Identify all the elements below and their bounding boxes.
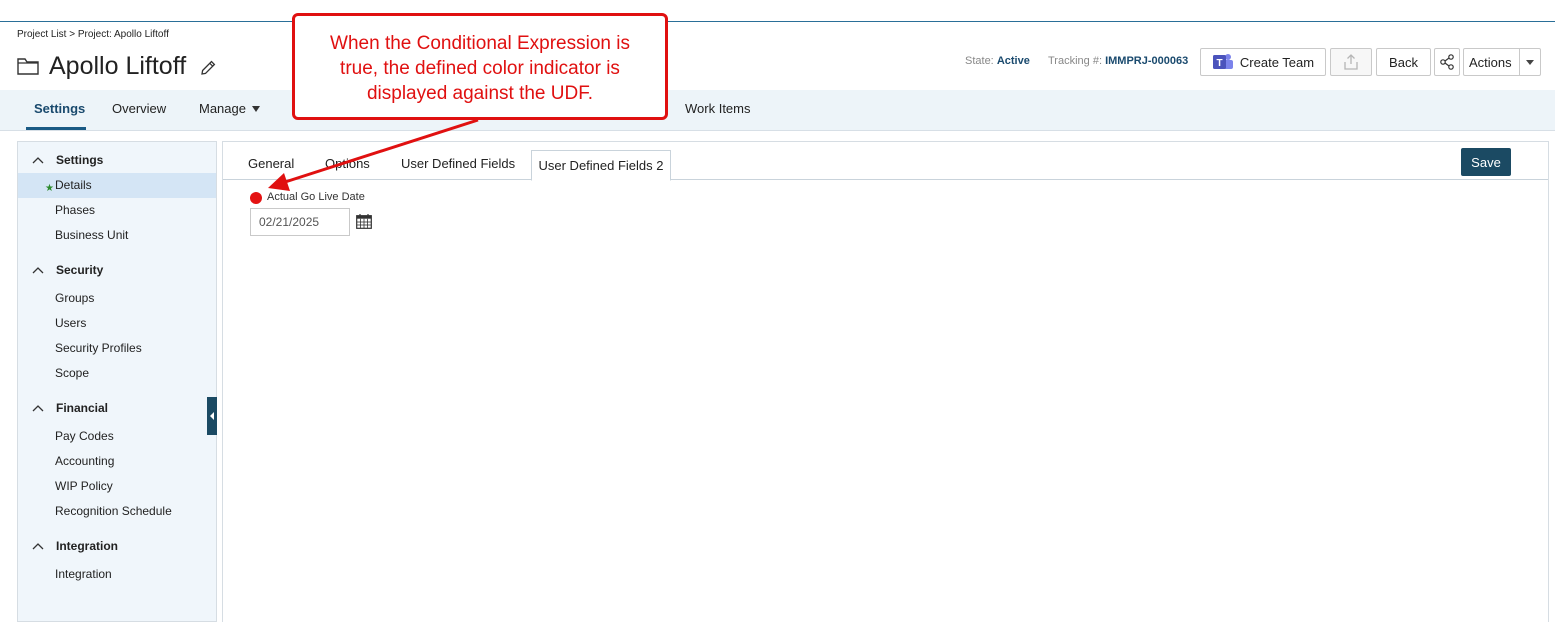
tab-user-defined-fields-2[interactable]: User Defined Fields 2 <box>531 150 671 181</box>
title-row: Apollo Liftoff <box>17 51 217 81</box>
sidebar-section-security[interactable]: Security <box>18 263 103 277</box>
actual-go-live-date-input[interactable] <box>250 208 350 236</box>
sidebar-item-groups[interactable]: Groups <box>55 291 94 305</box>
sidebar-section-financial[interactable]: Financial <box>18 401 108 415</box>
sidebar-item-scope[interactable]: Scope <box>55 366 89 380</box>
sidebar-item-details[interactable]: Details <box>55 178 92 192</box>
sidebar-section-title: Financial <box>56 401 109 415</box>
sidebar-item-security-profiles[interactable]: Security Profiles <box>55 341 142 355</box>
sidebar-section-title: Security <box>56 263 104 277</box>
nav-tab-manage[interactable]: Manage <box>199 101 260 116</box>
nav-tab-overview[interactable]: Overview <box>112 101 166 116</box>
chevron-up-icon <box>32 405 44 412</box>
save-button[interactable]: Save <box>1461 148 1511 176</box>
teams-icon: T <box>1212 54 1233 69</box>
folder-icon <box>17 58 39 75</box>
state-info: State: Active <box>965 55 1030 67</box>
nav-tab-manage-label: Manage <box>199 101 246 116</box>
sidebar-item-users[interactable]: Users <box>55 316 86 330</box>
breadcrumb-current: Project: Apollo Liftoff <box>77 29 169 40</box>
tab-options[interactable]: Options <box>325 156 370 171</box>
chevron-up-icon <box>32 157 44 164</box>
sidebar-item-wip-policy[interactable]: WIP Policy <box>55 479 113 493</box>
breadcrumb: Project List > Project: Apollo Liftoff <box>17 29 169 40</box>
color-indicator-dot <box>250 192 262 204</box>
create-team-label: Create Team <box>1239 54 1315 70</box>
callout-line-2: true, the defined color indicator is <box>340 58 620 79</box>
state-value: Active <box>996 55 1030 67</box>
sidebar-section-settings[interactable]: Settings <box>18 153 103 167</box>
nav-tab-settings[interactable]: Settings <box>34 101 85 116</box>
breadcrumb-separator: > <box>69 29 76 40</box>
tracking-info: Tracking #: IMMPRJ-000063 <box>1048 55 1188 67</box>
udf-field-label: Actual Go Live Date <box>267 191 365 203</box>
sidebar-item-business-unit[interactable]: Business Unit <box>55 228 128 242</box>
sidebar-item-integration[interactable]: Integration <box>55 567 112 581</box>
sidebar-item-recognition-schedule[interactable]: Recognition Schedule <box>55 504 172 518</box>
callout-line-3: displayed against the UDF. <box>366 83 593 104</box>
actions-separator <box>1519 49 1520 75</box>
svg-text:T: T <box>1216 58 1222 69</box>
chevron-down-icon[interactable] <box>1526 60 1534 65</box>
tracking-value: IMMPRJ-000063 <box>1105 55 1189 67</box>
main-content: General Options User Defined Fields User… <box>222 141 1549 622</box>
page-title: Apollo Liftoff <box>49 51 187 80</box>
collapse-left-icon <box>210 412 214 420</box>
active-tab-underline <box>26 127 86 130</box>
create-team-button[interactable]: T Create Team <box>1200 48 1326 76</box>
main-nav: Settings Overview Manage Work Items <box>0 90 1555 131</box>
upload-share-icon <box>1344 54 1358 70</box>
chevron-up-icon <box>32 267 44 274</box>
settings-sidebar: ★ Settings Details Phases Business Unit … <box>17 141 217 622</box>
star-icon: ★ <box>45 183 54 194</box>
chevron-up-icon <box>32 543 44 550</box>
share-network-button[interactable] <box>1434 48 1460 76</box>
annotation-callout: When the Conditional Expression is true,… <box>292 13 668 120</box>
calendar-icon[interactable] <box>356 214 372 229</box>
sidebar-item-pay-codes[interactable]: Pay Codes <box>55 429 114 443</box>
pencil-edit-icon[interactable] <box>199 59 217 77</box>
actions-dropdown[interactable]: Actions <box>1463 48 1541 76</box>
callout-line-1: When the Conditional Expression is <box>330 33 630 54</box>
back-button[interactable]: Back <box>1376 48 1431 76</box>
sidebar-section-title: Integration <box>56 539 118 553</box>
sidebar-item-accounting[interactable]: Accounting <box>55 454 114 468</box>
state-label: State: <box>965 55 994 67</box>
tab-user-defined-fields[interactable]: User Defined Fields <box>401 156 515 171</box>
sidebar-item-phases[interactable]: Phases <box>55 203 95 217</box>
share-network-icon <box>1440 54 1454 70</box>
nav-tab-work-items[interactable]: Work Items <box>685 101 751 116</box>
breadcrumb-project-list[interactable]: Project List <box>17 29 66 40</box>
tracking-label: Tracking #: <box>1048 55 1103 67</box>
caret-down-icon <box>251 106 260 112</box>
actions-label: Actions <box>1469 54 1512 70</box>
top-border-line <box>0 21 1555 22</box>
sidebar-collapse-handle[interactable] <box>207 397 217 435</box>
sidebar-section-title: Settings <box>56 153 104 167</box>
tab-general[interactable]: General <box>248 156 294 171</box>
share-upload-button[interactable] <box>1330 48 1372 76</box>
sidebar-section-integration[interactable]: Integration <box>18 539 118 553</box>
tabs-divider <box>223 179 1548 180</box>
